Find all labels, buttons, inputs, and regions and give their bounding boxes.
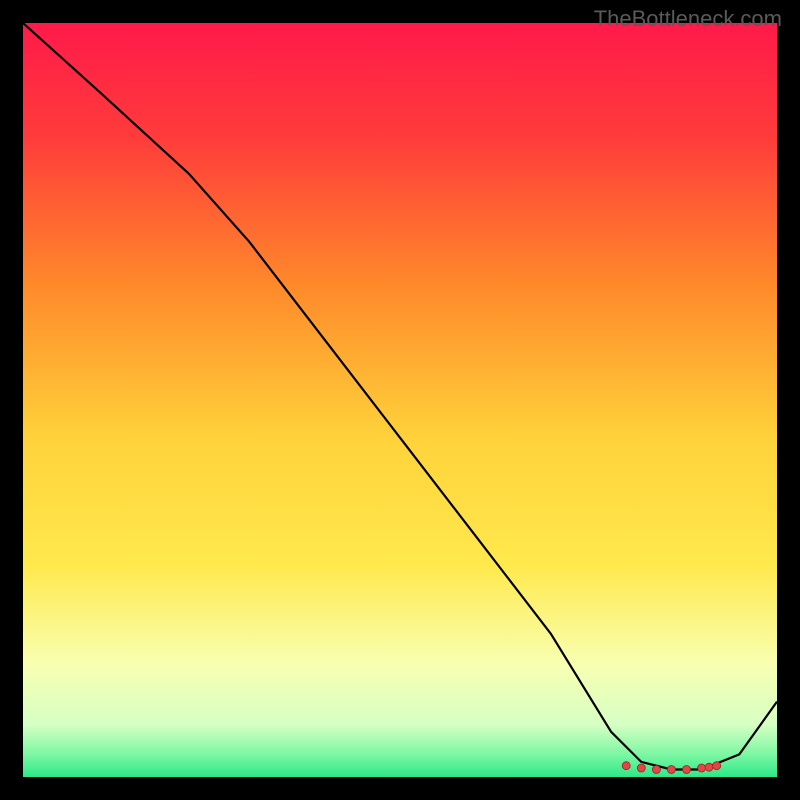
marker-dot	[652, 766, 660, 774]
marker-dot	[683, 766, 691, 774]
attribution-text: TheBottleneck.com	[594, 6, 782, 32]
marker-dot	[667, 766, 675, 774]
chart-plot-area	[23, 23, 777, 777]
marker-dot	[698, 764, 706, 772]
marker-dot	[705, 763, 713, 771]
chart-svg	[23, 23, 777, 777]
marker-dot	[622, 762, 630, 770]
marker-dot	[713, 762, 721, 770]
marker-dot	[637, 764, 645, 772]
gradient-background	[23, 23, 777, 777]
